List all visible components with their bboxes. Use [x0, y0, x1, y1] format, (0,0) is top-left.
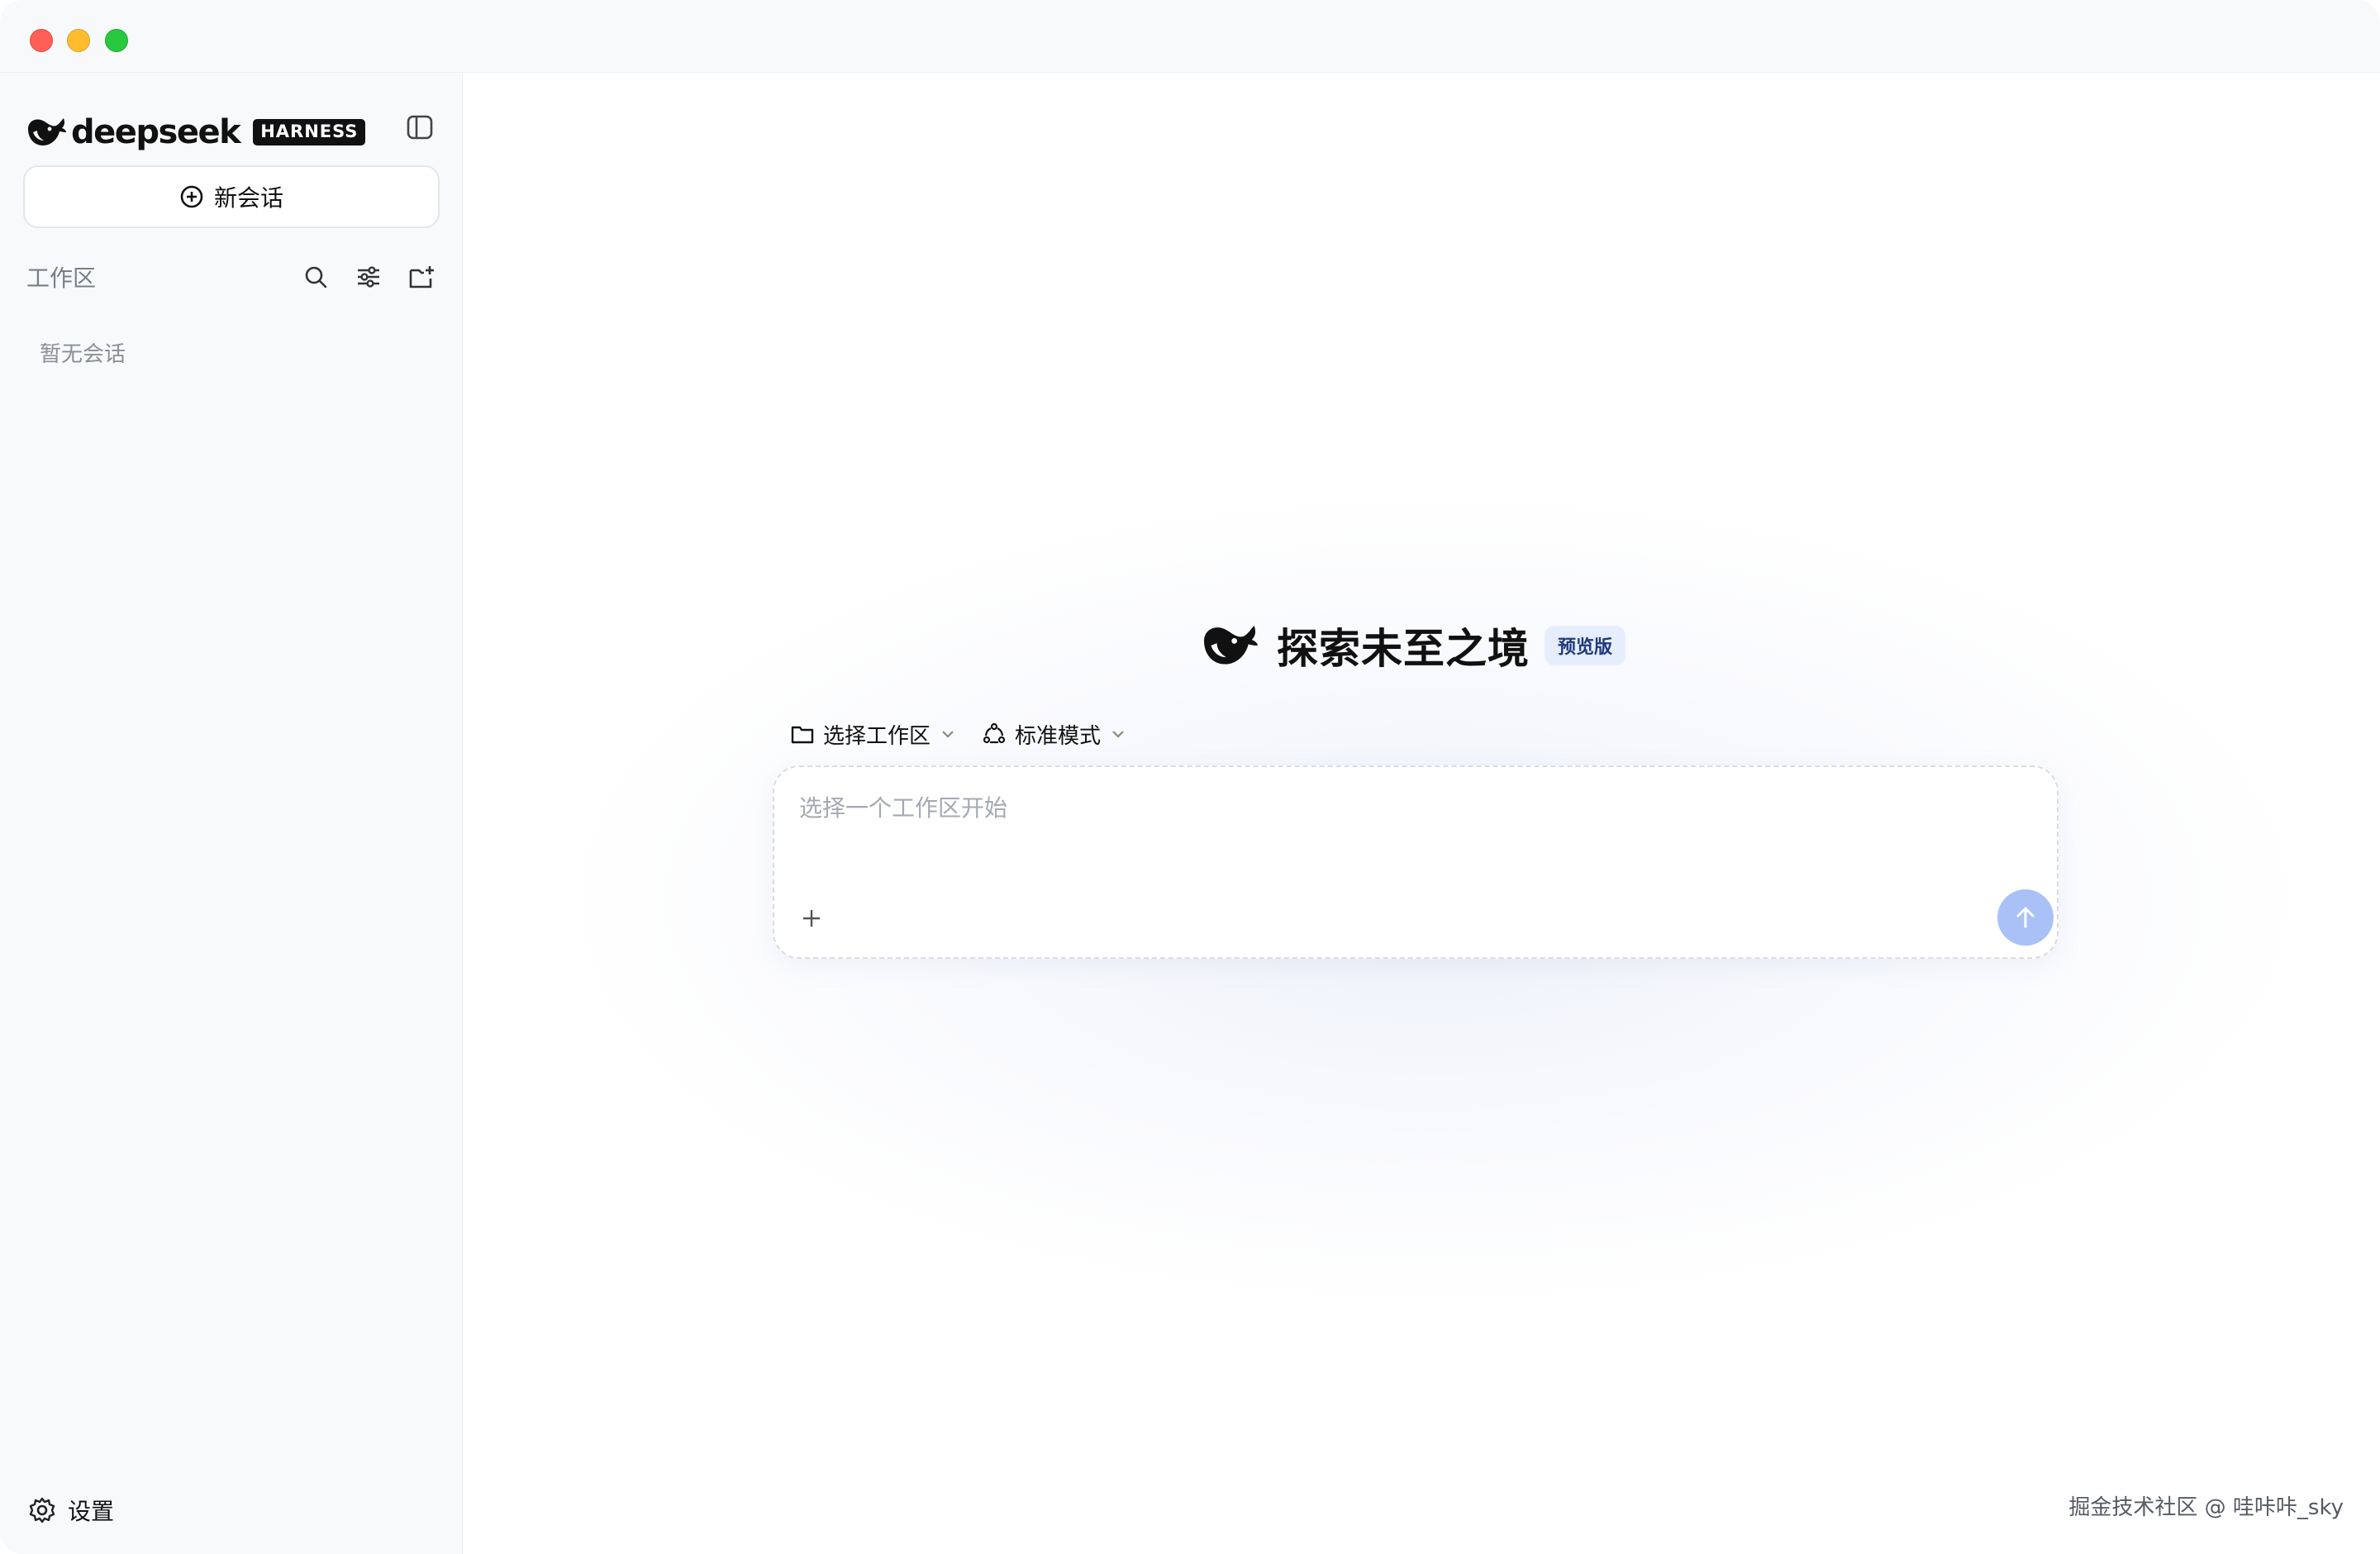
new-chat-label: 新会话	[213, 184, 283, 212]
deepseek-whale-logo	[28, 118, 66, 145]
sidebar: deepseek HARNESS 新会话 工作区 暂无会话 设置	[0, 73, 463, 1554]
settings-label: 设置	[68, 1498, 115, 1525]
new-folder-icon	[409, 266, 434, 288]
message-composer	[773, 765, 2059, 959]
minimize-window-button[interactable]	[67, 29, 90, 52]
mode-cycle-icon	[983, 722, 1006, 744]
mode-selector[interactable]: 标准模式	[982, 719, 1127, 750]
new-workspace-button[interactable]	[403, 256, 440, 298]
workspace-label: 工作区	[26, 265, 97, 292]
attach-button[interactable]	[793, 899, 831, 937]
empty-conversations-text: 暂无会话	[40, 342, 126, 367]
hero-title: 探索未至之境	[1277, 625, 1530, 673]
preview-badge: 预览版	[1545, 626, 1626, 665]
title-bar	[0, 0, 2380, 73]
search-icon	[305, 266, 327, 288]
composer-selectors: 选择工作区 标准模式	[790, 709, 1127, 759]
plus-icon	[803, 910, 820, 927]
main-panel: 探索未至之境 预览版 选择工作区 标准模式 选择一个工作区开始 掘金技术社区 @…	[464, 73, 2380, 1554]
deepseek-whale-logo	[1204, 626, 1258, 665]
brand: deepseek HARNESS	[25, 102, 366, 162]
settings-button[interactable]: 设置	[28, 1490, 114, 1531]
workspace-selector[interactable]: 选择工作区	[790, 719, 957, 750]
folder-icon	[791, 726, 814, 744]
mode-selector-label: 标准模式	[1015, 723, 1102, 749]
watermark: 掘金技术社区 @ 哇咔咔_sky	[2068, 1495, 2344, 1520]
close-window-button[interactable]	[30, 29, 53, 52]
brand-name: deepseek	[71, 113, 241, 151]
hero-header: 探索未至之境 预览版	[1199, 608, 1626, 683]
app-window: deepseek HARNESS 新会话 工作区 暂无会话 设置 探索未至之境 …	[0, 0, 2380, 1554]
sidebar-toggle-icon	[407, 115, 433, 140]
workspace-header: 工作区	[26, 256, 440, 298]
brand-tag: HARNESS	[253, 119, 366, 145]
workspace-tools	[298, 256, 440, 298]
maximize-window-button[interactable]	[105, 29, 128, 52]
arrow-up-icon	[2016, 907, 2035, 928]
chevron-down-icon	[1112, 731, 1124, 738]
workspace-search-button[interactable]	[298, 256, 334, 298]
filter-sliders-icon	[358, 266, 379, 288]
new-chat-button[interactable]: 新会话	[23, 165, 440, 228]
send-button[interactable]	[1997, 889, 2054, 946]
workspace-selector-label: 选择工作区	[823, 723, 931, 749]
message-input[interactable]	[799, 790, 2022, 865]
workspace-filter-button[interactable]	[350, 256, 387, 298]
plus-circle-icon	[180, 185, 203, 208]
chevron-down-icon	[942, 731, 954, 738]
gear-icon	[29, 1497, 55, 1523]
sidebar-toggle-button[interactable]	[402, 109, 438, 145]
